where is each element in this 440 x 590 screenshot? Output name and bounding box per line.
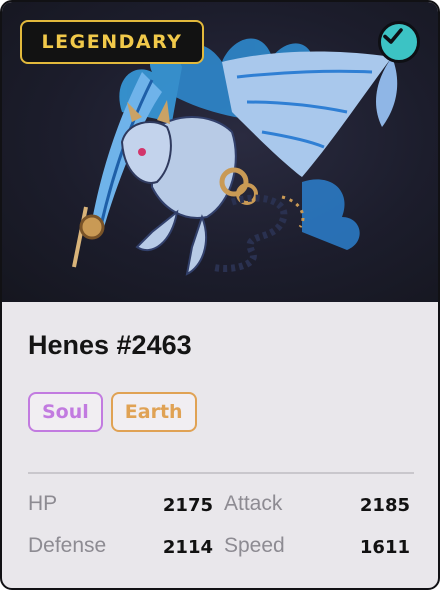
check-icon (383, 28, 403, 44)
monster-artwork: LEGENDARY (2, 2, 438, 302)
rarity-badge: LEGENDARY (20, 20, 204, 64)
stat-speed-value: 1611 (359, 537, 410, 558)
tag-soul[interactable]: Soul (28, 392, 103, 432)
monster-card[interactable]: LEGENDARY Henes #2463 Soul Earth HP 2175… (0, 0, 440, 590)
monster-name: Henes #2463 (28, 330, 192, 360)
divider (28, 472, 414, 474)
stat-defense-label: Defense (28, 534, 107, 557)
type-tags: Soul Earth (28, 392, 197, 432)
stat-hp-label: HP (28, 492, 58, 515)
rarity-label: LEGENDARY (41, 31, 183, 53)
verified-badge[interactable] (378, 21, 420, 63)
stat-attack-label: Attack (224, 492, 283, 515)
stat-speed-label: Speed (224, 534, 285, 557)
tag-earth[interactable]: Earth (110, 392, 197, 432)
stat-defense-value: 2114 (162, 537, 213, 558)
card-info: Henes #2463 Soul Earth HP 2175 Attack 21… (2, 302, 438, 588)
stat-attack-value: 2185 (359, 495, 410, 516)
stat-hp-value: 2175 (162, 495, 213, 516)
